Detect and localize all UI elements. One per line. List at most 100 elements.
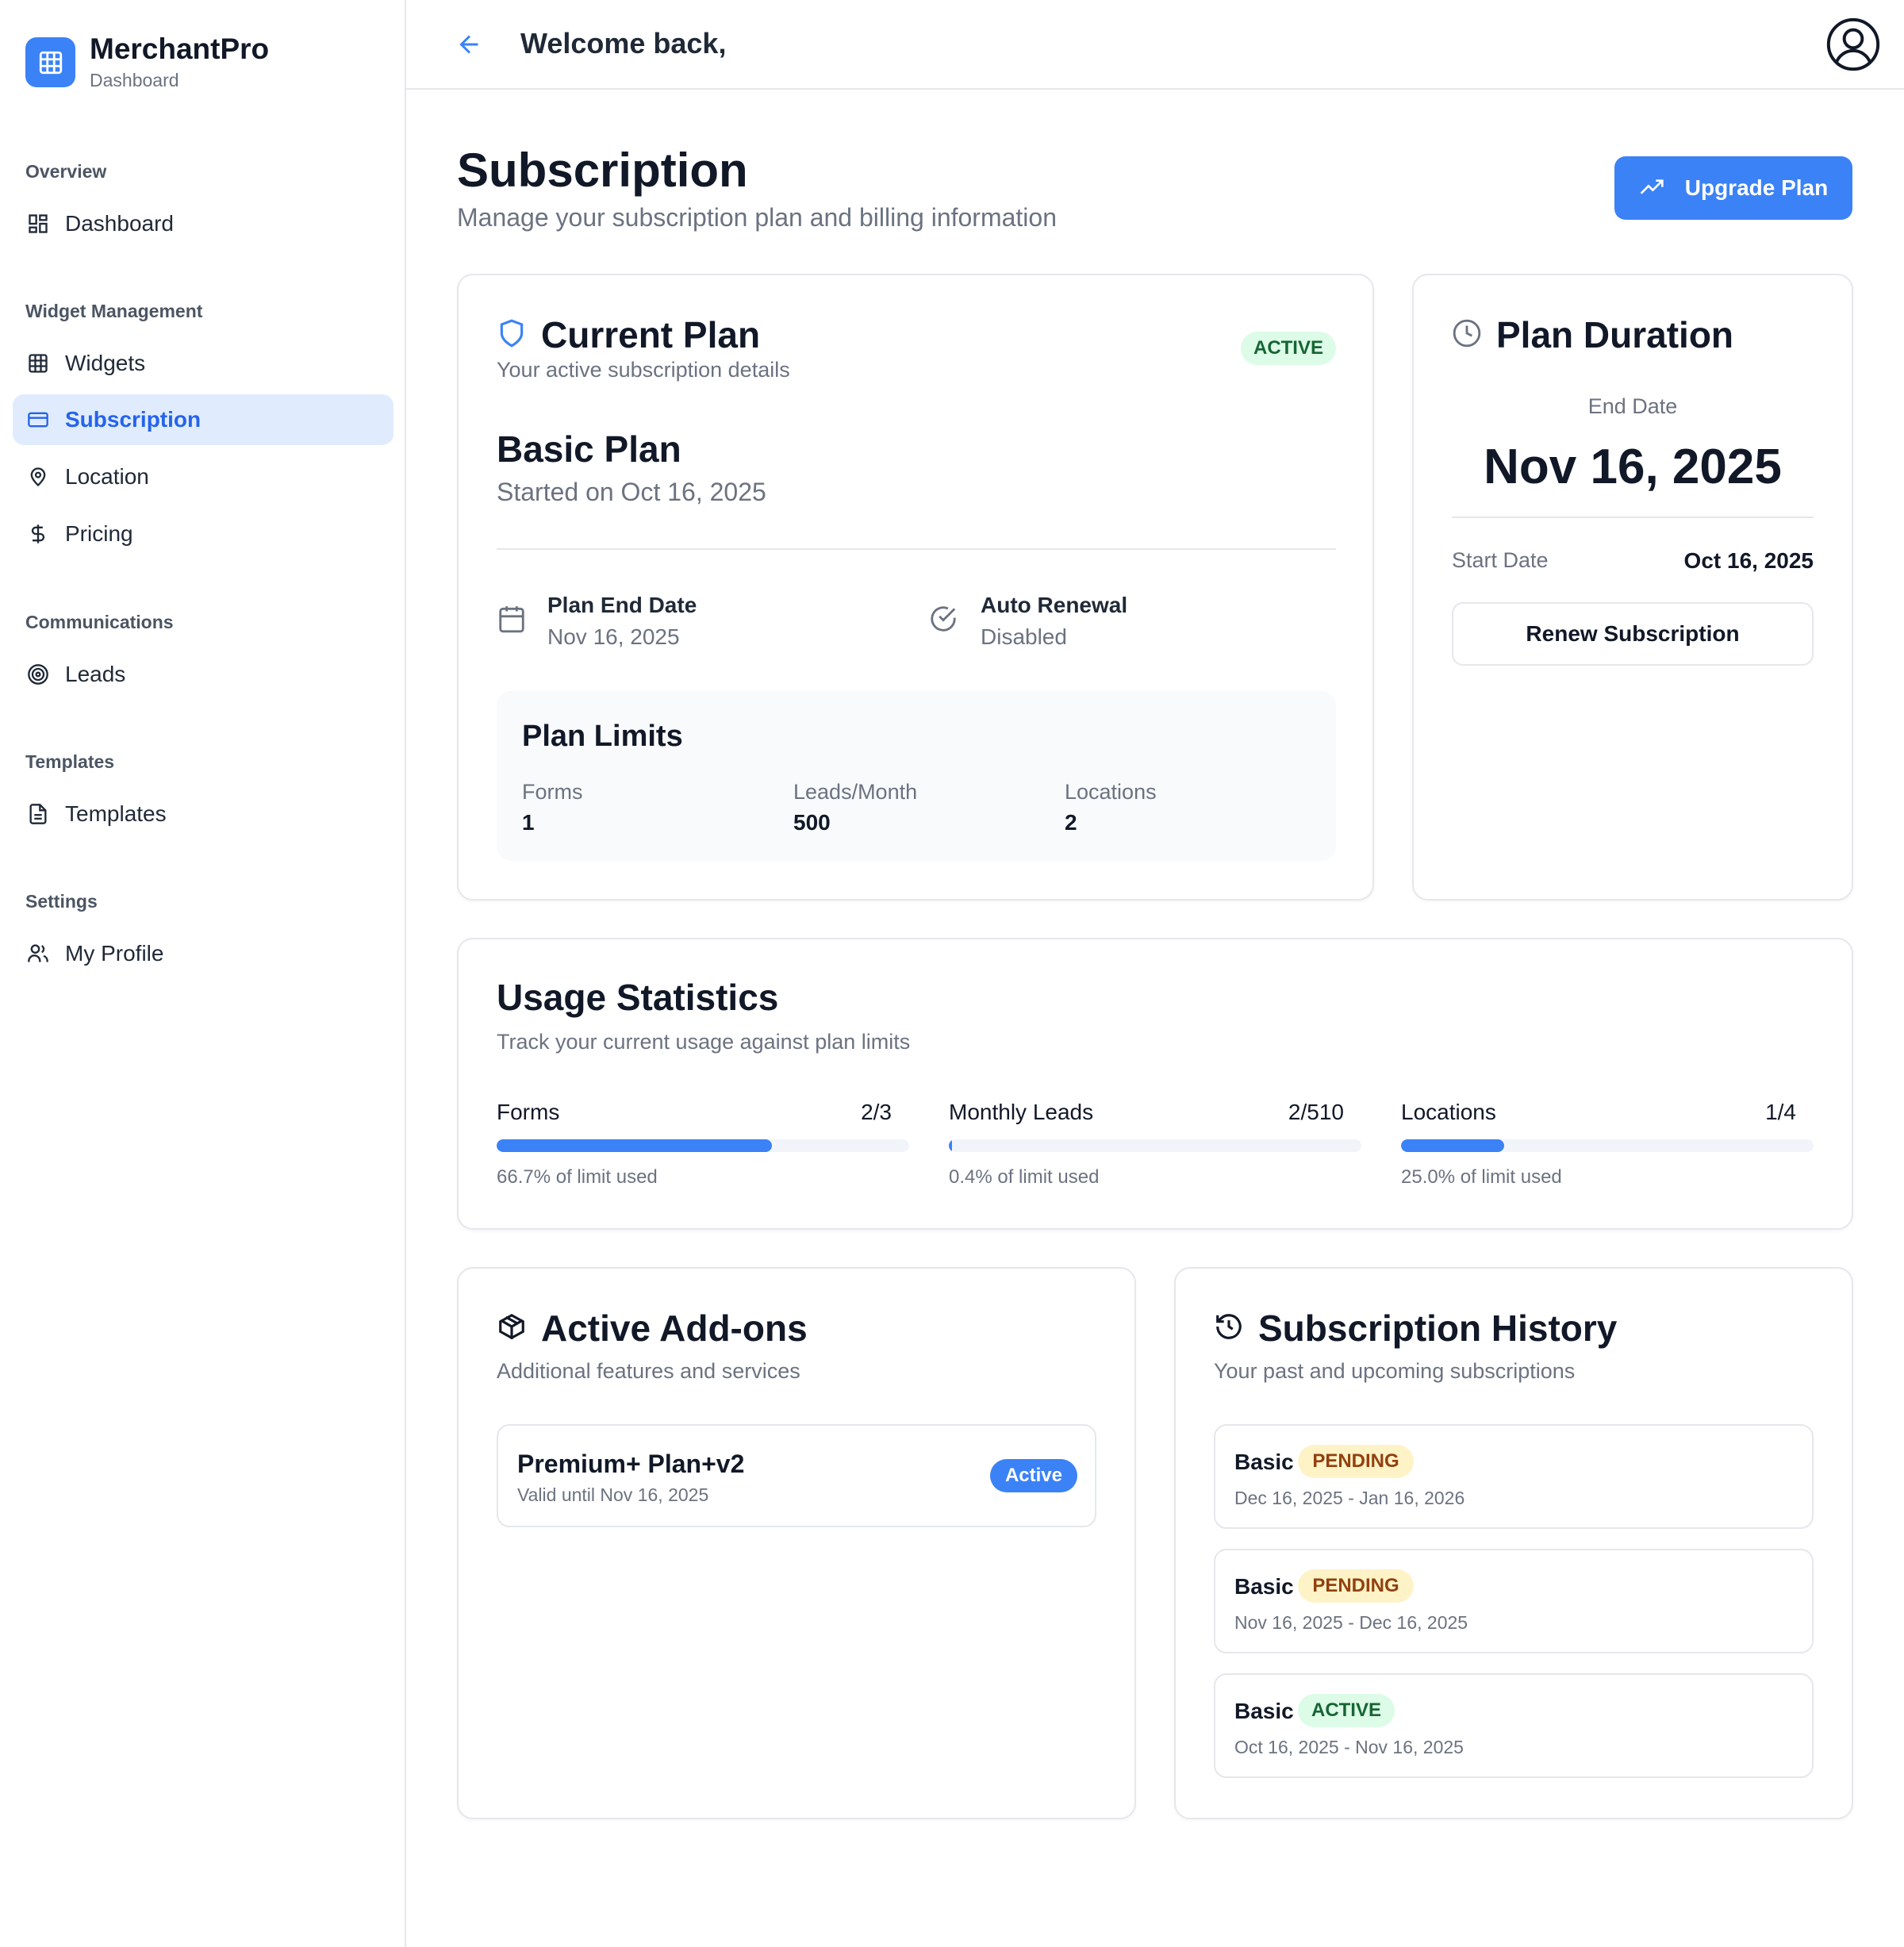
section-widget-management: Widget Management [25, 301, 203, 321]
history-icon [1214, 1311, 1244, 1342]
usage-label: Forms [497, 1100, 560, 1124]
usage-label: Locations [1401, 1100, 1496, 1124]
usage-caption: 66.7% of limit used [497, 1166, 658, 1188]
active-addons-card: Active Add-ons Additional features and s… [457, 1267, 1136, 1819]
usage-progress-fill [497, 1139, 772, 1152]
sidebar-item-dashboard[interactable]: Dashboard [13, 198, 393, 249]
end-date-value: Nov 16, 2025 [1484, 440, 1782, 494]
section-overview: Overview [25, 161, 107, 182]
brand[interactable]: MerchantPro Dashboard [25, 33, 269, 91]
usage-progress-bar [1401, 1139, 1814, 1152]
check-circle-icon [928, 604, 958, 634]
usage-count: 2/510 [1288, 1100, 1344, 1124]
history-plan: Basic [1234, 1699, 1294, 1723]
usage-progress-bar [497, 1139, 909, 1152]
divider [1452, 517, 1814, 518]
plan-end-date-label: Plan End Date [547, 593, 697, 617]
subscription-history-card: Subscription History Your past and upcom… [1174, 1267, 1853, 1819]
plan-limits-box: Plan Limits Forms 1 Leads/Month 500 Loca… [497, 691, 1336, 861]
usage-progress-fill [949, 1139, 953, 1152]
current-plan-card: Current Plan Your active subscription de… [457, 274, 1374, 901]
plan-end-date-value: Nov 16, 2025 [547, 624, 680, 649]
history-status-badge: ACTIVE [1298, 1694, 1395, 1727]
plan-start-text: Started on Oct 16, 2025 [497, 478, 766, 506]
file-text-icon [25, 801, 51, 827]
history-plan: Basic [1234, 1574, 1294, 1599]
grid-logo-icon [25, 37, 75, 87]
credit-card-icon [25, 407, 51, 432]
section-templates: Templates [25, 751, 115, 772]
addon-name: Premium+ Plan+v2 [517, 1450, 745, 1478]
sidebar-item-label: Pricing [65, 521, 133, 546]
history-dates: Oct 16, 2025 - Nov 16, 2025 [1234, 1737, 1464, 1757]
page-title: Subscription [457, 144, 748, 197]
history-title: Subscription History [1258, 1308, 1618, 1349]
sidebar-item-label: Subscription [65, 407, 202, 432]
plan-name: Basic Plan [497, 428, 681, 470]
history-plan: Basic [1234, 1450, 1294, 1474]
limit-locations-label: Locations [1065, 780, 1157, 804]
limit-forms-value: 1 [522, 810, 535, 835]
sidebar-item-widgets[interactable]: Widgets [13, 338, 393, 389]
sidebar-item-templates[interactable]: Templates [13, 789, 393, 839]
history-item[interactable]: Basic PENDING Dec 16, 2025 - Jan 16, 202… [1214, 1424, 1814, 1529]
sidebar-item-pricing[interactable]: Pricing [13, 509, 393, 559]
divider [497, 548, 1336, 550]
sidebar-item-label: My Profile [65, 941, 164, 966]
top-bar: Welcome back, [406, 0, 1904, 90]
history-item[interactable]: Basic PENDING Nov 16, 2025 - Dec 16, 202… [1214, 1549, 1814, 1653]
target-icon [25, 662, 51, 687]
start-date-label: Start Date [1452, 548, 1549, 572]
brand-name: MerchantPro [90, 33, 270, 65]
sidebar-item-label: Leads [65, 662, 126, 686]
usage-progress-fill [1401, 1139, 1504, 1152]
clock-icon [1452, 318, 1482, 348]
auto-renewal-label: Auto Renewal [981, 593, 1128, 617]
limit-locations-value: 2 [1065, 810, 1077, 835]
sidebar-item-label: Widgets [65, 351, 146, 375]
plan-limits-title: Plan Limits [522, 720, 683, 753]
back-arrow-icon[interactable] [455, 30, 484, 59]
usage-count: 1/4 [1765, 1100, 1796, 1124]
status-badge: ACTIVE [1241, 332, 1336, 365]
welcome-text: Welcome back, [520, 27, 727, 60]
sidebar-item-label: Templates [65, 801, 167, 826]
sidebar-item-leads[interactable]: Leads [13, 649, 393, 700]
map-pin-icon [25, 464, 51, 490]
history-dates: Nov 16, 2025 - Dec 16, 2025 [1234, 1612, 1468, 1633]
plan-duration-card: Plan Duration End Date Nov 16, 2025 Star… [1412, 274, 1853, 901]
usage-statistics-card: Usage Statistics Track your current usag… [457, 938, 1853, 1230]
current-plan-subtitle: Your active subscription details [497, 358, 790, 382]
usage-caption: 0.4% of limit used [949, 1166, 1100, 1188]
sidebar-item-label: Dashboard [65, 211, 174, 236]
history-subtitle: Your past and upcoming subscriptions [1214, 1359, 1576, 1383]
usage-count: 2/3 [861, 1100, 892, 1124]
addons-title: Active Add-ons [541, 1308, 808, 1349]
usage-progress-bar [949, 1139, 1361, 1152]
layout-dashboard-icon [25, 211, 51, 236]
end-date-label: End Date [1587, 394, 1678, 418]
usage-label: Monthly Leads [949, 1100, 1094, 1124]
addon-item[interactable]: Premium+ Plan+v2 Valid until Nov 16, 202… [497, 1424, 1096, 1527]
sidebar-item-location[interactable]: Location [13, 451, 393, 502]
user-avatar-icon[interactable] [1826, 17, 1880, 71]
calendar-icon [497, 604, 527, 634]
upgrade-plan-button[interactable]: Upgrade Plan [1614, 156, 1852, 220]
history-dates: Dec 16, 2025 - Jan 16, 2026 [1234, 1488, 1465, 1508]
start-date-value: Oct 16, 2025 [1683, 548, 1814, 573]
renew-subscription-button[interactable]: Renew Subscription [1452, 602, 1814, 666]
addon-valid-until: Valid until Nov 16, 2025 [517, 1484, 709, 1505]
upgrade-plan-label: Upgrade Plan [1684, 175, 1829, 200]
trending-up-icon [1640, 179, 1664, 194]
limit-leads-label: Leads/Month [793, 780, 918, 804]
sidebar: MerchantPro Dashboard Overview Dashboard… [0, 0, 406, 1947]
shield-icon [497, 318, 527, 348]
sidebar-item-subscription[interactable]: Subscription [13, 394, 393, 445]
page-subtitle: Manage your subscription plan and billin… [457, 203, 1057, 232]
addons-subtitle: Additional features and services [497, 1359, 800, 1383]
sidebar-item-my-profile[interactable]: My Profile [13, 928, 393, 979]
history-item[interactable]: Basic ACTIVE Oct 16, 2025 - Nov 16, 2025 [1214, 1673, 1814, 1778]
grid-icon [25, 351, 51, 376]
limit-forms-label: Forms [522, 780, 583, 804]
usage-caption: 25.0% of limit used [1401, 1166, 1562, 1188]
